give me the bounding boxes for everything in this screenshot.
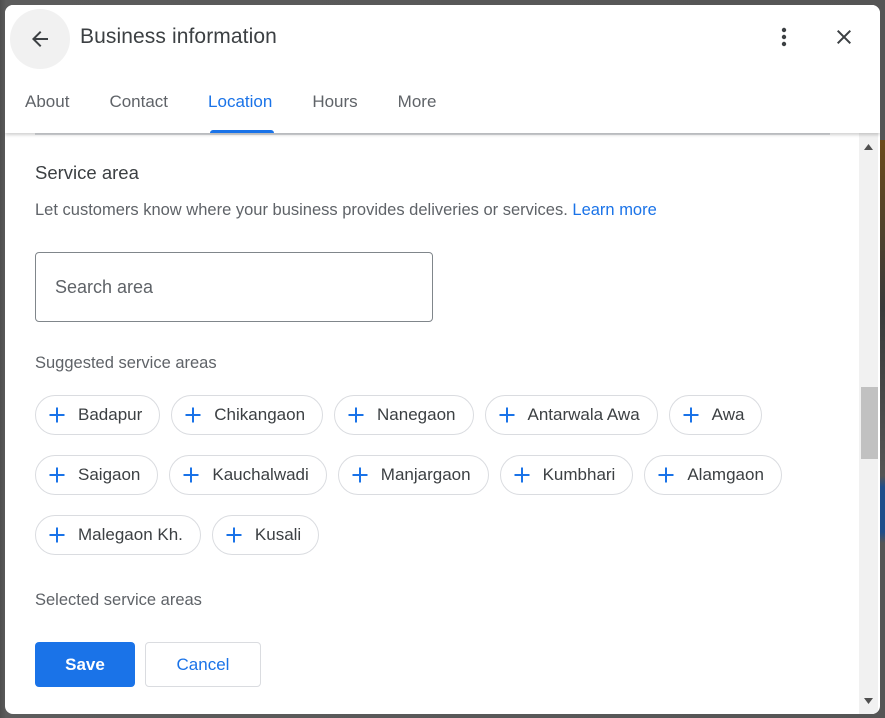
plus-icon xyxy=(657,466,675,484)
suggested-area-chip[interactable]: Malegaon Kh. xyxy=(35,515,201,555)
plus-icon xyxy=(351,466,369,484)
tab-location[interactable]: Location xyxy=(188,81,292,133)
suggested-area-chip[interactable]: Kauchalwadi xyxy=(169,455,327,495)
chip-label: Badapur xyxy=(78,405,143,424)
selected-areas-label: Selected service areas xyxy=(35,591,202,609)
suggested-area-chip[interactable]: Kusali xyxy=(211,515,320,555)
plus-icon xyxy=(182,466,200,484)
suggested-area-chip[interactable]: Saigaon xyxy=(35,455,159,495)
tab-bar: About Contact Location Hours More xyxy=(5,81,456,133)
plus-icon xyxy=(184,406,202,424)
plus-icon xyxy=(48,526,66,544)
chip-label: Kauchalwadi xyxy=(212,465,309,484)
save-button[interactable]: Save xyxy=(35,642,135,687)
more-options-button[interactable] xyxy=(768,21,800,53)
chip-label: Antarwala Awa xyxy=(527,405,640,424)
chip-row: Badapur Chikangaon Nanegaon Antarwala Awa Aw… xyxy=(35,395,835,435)
close-button[interactable] xyxy=(828,21,860,53)
chip-label: Saigaon xyxy=(78,465,141,484)
description-text: Let customers know where your business p… xyxy=(35,201,568,219)
chip-row: Saigaon Kauchalwadi Manjargaon Kumbhari Alam… xyxy=(35,455,835,495)
plus-icon xyxy=(225,526,243,544)
plus-icon xyxy=(682,406,700,424)
chip-label: Kusali xyxy=(254,525,302,544)
scroll-down-button[interactable] xyxy=(859,692,878,709)
more-vertical-icon xyxy=(781,27,787,47)
service-area-title: Service area xyxy=(35,162,139,183)
suggested-area-chip[interactable]: Antarwala Awa xyxy=(484,395,658,435)
chip-label: Manjargaon xyxy=(380,465,471,484)
search-area-input[interactable] xyxy=(35,252,433,322)
scroll-up-button[interactable] xyxy=(859,138,878,155)
suggested-areas-label: Suggested service areas xyxy=(35,354,217,372)
chip-label: Malegaon Kh. xyxy=(78,525,183,544)
plus-icon xyxy=(513,466,531,484)
plus-icon xyxy=(347,406,365,424)
tab-more[interactable]: More xyxy=(378,81,457,133)
chip-label: Awa xyxy=(711,405,745,424)
close-icon xyxy=(837,30,851,44)
chip-label: Chikangaon xyxy=(214,405,306,424)
plus-icon xyxy=(48,466,66,484)
suggested-area-chip[interactable]: Chikangaon xyxy=(171,395,324,435)
dialog-header: Business information About Contact Locat… xyxy=(5,5,880,133)
arrow-left-icon xyxy=(32,31,48,47)
plus-icon xyxy=(498,406,516,424)
chip-label: Kumbhari xyxy=(542,465,616,484)
triangle-up-icon xyxy=(864,143,873,150)
business-information-dialog: Business information About Contact Locat… xyxy=(5,5,880,714)
service-area-description: Let customers know where your business p… xyxy=(35,201,657,220)
dialog-content: Service area Let customers know where yo… xyxy=(5,133,859,714)
suggested-area-chip[interactable]: Badapur xyxy=(35,395,161,435)
back-button[interactable] xyxy=(10,9,70,69)
tab-about[interactable]: About xyxy=(5,81,89,133)
suggested-areas-list: Badapur Chikangaon Nanegaon Antarwala Awa Aw… xyxy=(35,395,835,575)
plus-icon xyxy=(48,406,66,424)
content-scrollbar[interactable] xyxy=(859,133,878,714)
suggested-area-chip[interactable]: Nanegaon xyxy=(334,395,474,435)
dialog-title: Business information xyxy=(80,25,277,48)
tab-hours[interactable]: Hours xyxy=(292,81,377,133)
chip-row: Malegaon Kh. Kusali xyxy=(35,515,835,555)
suggested-area-chip[interactable]: Alamgaon xyxy=(644,455,782,495)
tab-contact[interactable]: Contact xyxy=(89,81,188,133)
cancel-button[interactable]: Cancel xyxy=(145,642,261,687)
chip-label: Alamgaon xyxy=(687,465,764,484)
suggested-area-chip[interactable]: Manjargaon xyxy=(337,455,489,495)
section-divider xyxy=(35,133,830,135)
triangle-down-icon xyxy=(864,697,873,704)
chip-label: Nanegaon xyxy=(377,405,456,424)
suggested-area-chip[interactable]: Kumbhari xyxy=(499,455,634,495)
learn-more-link[interactable]: Learn more xyxy=(572,201,656,219)
suggested-area-chip[interactable]: Awa xyxy=(668,395,763,435)
scroll-thumb[interactable] xyxy=(861,387,878,459)
